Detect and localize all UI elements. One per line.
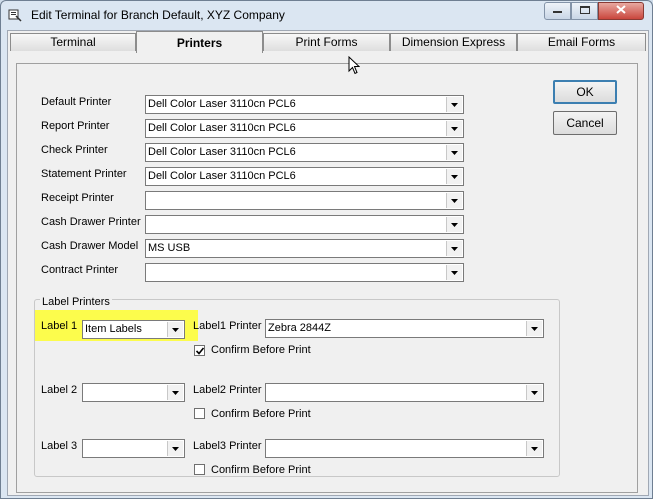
label1-printer-label: Label1 Printer [193,320,262,332]
check-printer-dropdown[interactable]: Dell Color Laser 3110cn PCL6 [145,143,464,162]
cash-drawer-model-label: Cash Drawer Model [41,240,139,252]
label3-printer-dropdown[interactable] [265,439,544,458]
ok-button[interactable]: OK [553,80,617,104]
default-printer-label: Default Printer [41,96,112,108]
default-printer-value: Dell Color Laser 3110cn PCL6 [148,98,296,110]
chevron-down-icon[interactable] [446,97,462,112]
tab-strip: Terminal Printers Print Forms Dimension … [8,31,648,53]
label2-label: Label 2 [41,384,78,396]
dialog-client-area: Terminal Printers Print Forms Dimension … [7,30,649,496]
label2-confirm-checkbox[interactable] [194,408,205,419]
cash-drawer-printer-dropdown[interactable] [145,215,464,234]
statement-printer-value: Dell Color Laser 3110cn PCL6 [148,170,296,182]
chevron-down-icon[interactable] [446,169,462,184]
minimize-button[interactable] [544,2,571,20]
chevron-down-icon[interactable] [526,441,542,456]
maximize-button[interactable] [571,2,598,20]
report-printer-dropdown[interactable]: Dell Color Laser 3110cn PCL6 [145,119,464,138]
report-printer-value: Dell Color Laser 3110cn PCL6 [148,122,296,134]
check-printer-value: Dell Color Laser 3110cn PCL6 [148,146,296,158]
cash-drawer-model-value: MS USB [148,242,191,254]
chevron-down-icon[interactable] [446,241,462,256]
chevron-down-icon[interactable] [446,145,462,160]
default-printer-dropdown[interactable]: Dell Color Laser 3110cn PCL6 [145,95,464,114]
tab-email-forms[interactable]: Email Forms [517,33,646,51]
label2-type-dropdown[interactable] [82,383,185,402]
receipt-printer-dropdown[interactable] [145,191,464,210]
label3-type-dropdown[interactable] [82,439,185,458]
close-icon [616,5,626,17]
label3-confirm-label[interactable]: Confirm Before Print [211,464,311,476]
window-title: Edit Terminal for Branch Default, XYZ Co… [31,8,285,22]
tab-terminal[interactable]: Terminal [10,33,136,51]
contract-printer-dropdown[interactable] [145,263,464,282]
chevron-down-icon[interactable] [526,321,542,336]
close-button[interactable] [598,2,644,20]
statement-printer-label: Statement Printer [41,168,127,180]
tab-print-forms[interactable]: Print Forms [263,33,390,51]
label1-type-dropdown[interactable]: Item Labels [82,320,185,339]
cash-drawer-model-dropdown[interactable]: MS USB [145,239,464,258]
contract-printer-label: Contract Printer [41,264,119,276]
chevron-down-icon[interactable] [167,385,183,400]
chevron-down-icon[interactable] [167,322,183,337]
minimize-icon [553,5,562,17]
label3-printer-label: Label3 Printer [193,440,262,452]
receipt-printer-label: Receipt Printer [41,192,114,204]
label1-printer-value: Zebra 2844Z [268,322,331,334]
label3-label: Label 3 [41,440,78,452]
cash-drawer-printer-label: Cash Drawer Printer [41,216,141,228]
label-printers-group-title: Label Printers [40,296,112,308]
label1-confirm-checkbox[interactable] [194,345,205,356]
chevron-down-icon[interactable] [446,193,462,208]
chevron-down-icon[interactable] [446,217,462,232]
label1-printer-dropdown[interactable]: Zebra 2844Z [265,319,544,338]
checkmark-icon [196,347,204,355]
check-printer-label: Check Printer [41,144,108,156]
tab-printers[interactable]: Printers [136,31,263,53]
title-bar[interactable]: Edit Terminal for Branch Default, XYZ Co… [1,1,652,29]
label2-confirm-label[interactable]: Confirm Before Print [211,408,311,420]
chevron-down-icon[interactable] [446,121,462,136]
label3-confirm-checkbox[interactable] [194,464,205,475]
label2-printer-label: Label2 Printer [193,384,262,396]
chevron-down-icon[interactable] [446,265,462,280]
report-printer-label: Report Printer [41,120,110,132]
cancel-button[interactable]: Cancel [553,111,617,135]
terminal-app-icon [8,8,22,22]
statement-printer-dropdown[interactable]: Dell Color Laser 3110cn PCL6 [145,167,464,186]
mouse-cursor-icon [348,55,361,78]
label2-printer-dropdown[interactable] [265,383,544,402]
label1-label: Label 1 [41,320,78,332]
tab-dimension-express[interactable]: Dimension Express [390,33,517,51]
maximize-icon [579,5,590,17]
chevron-down-icon[interactable] [167,441,183,456]
label1-confirm-label[interactable]: Confirm Before Print [211,344,311,356]
chevron-down-icon[interactable] [526,385,542,400]
label1-type-value: Item Labels [85,323,142,335]
edit-terminal-window: Edit Terminal for Branch Default, XYZ Co… [0,0,653,499]
